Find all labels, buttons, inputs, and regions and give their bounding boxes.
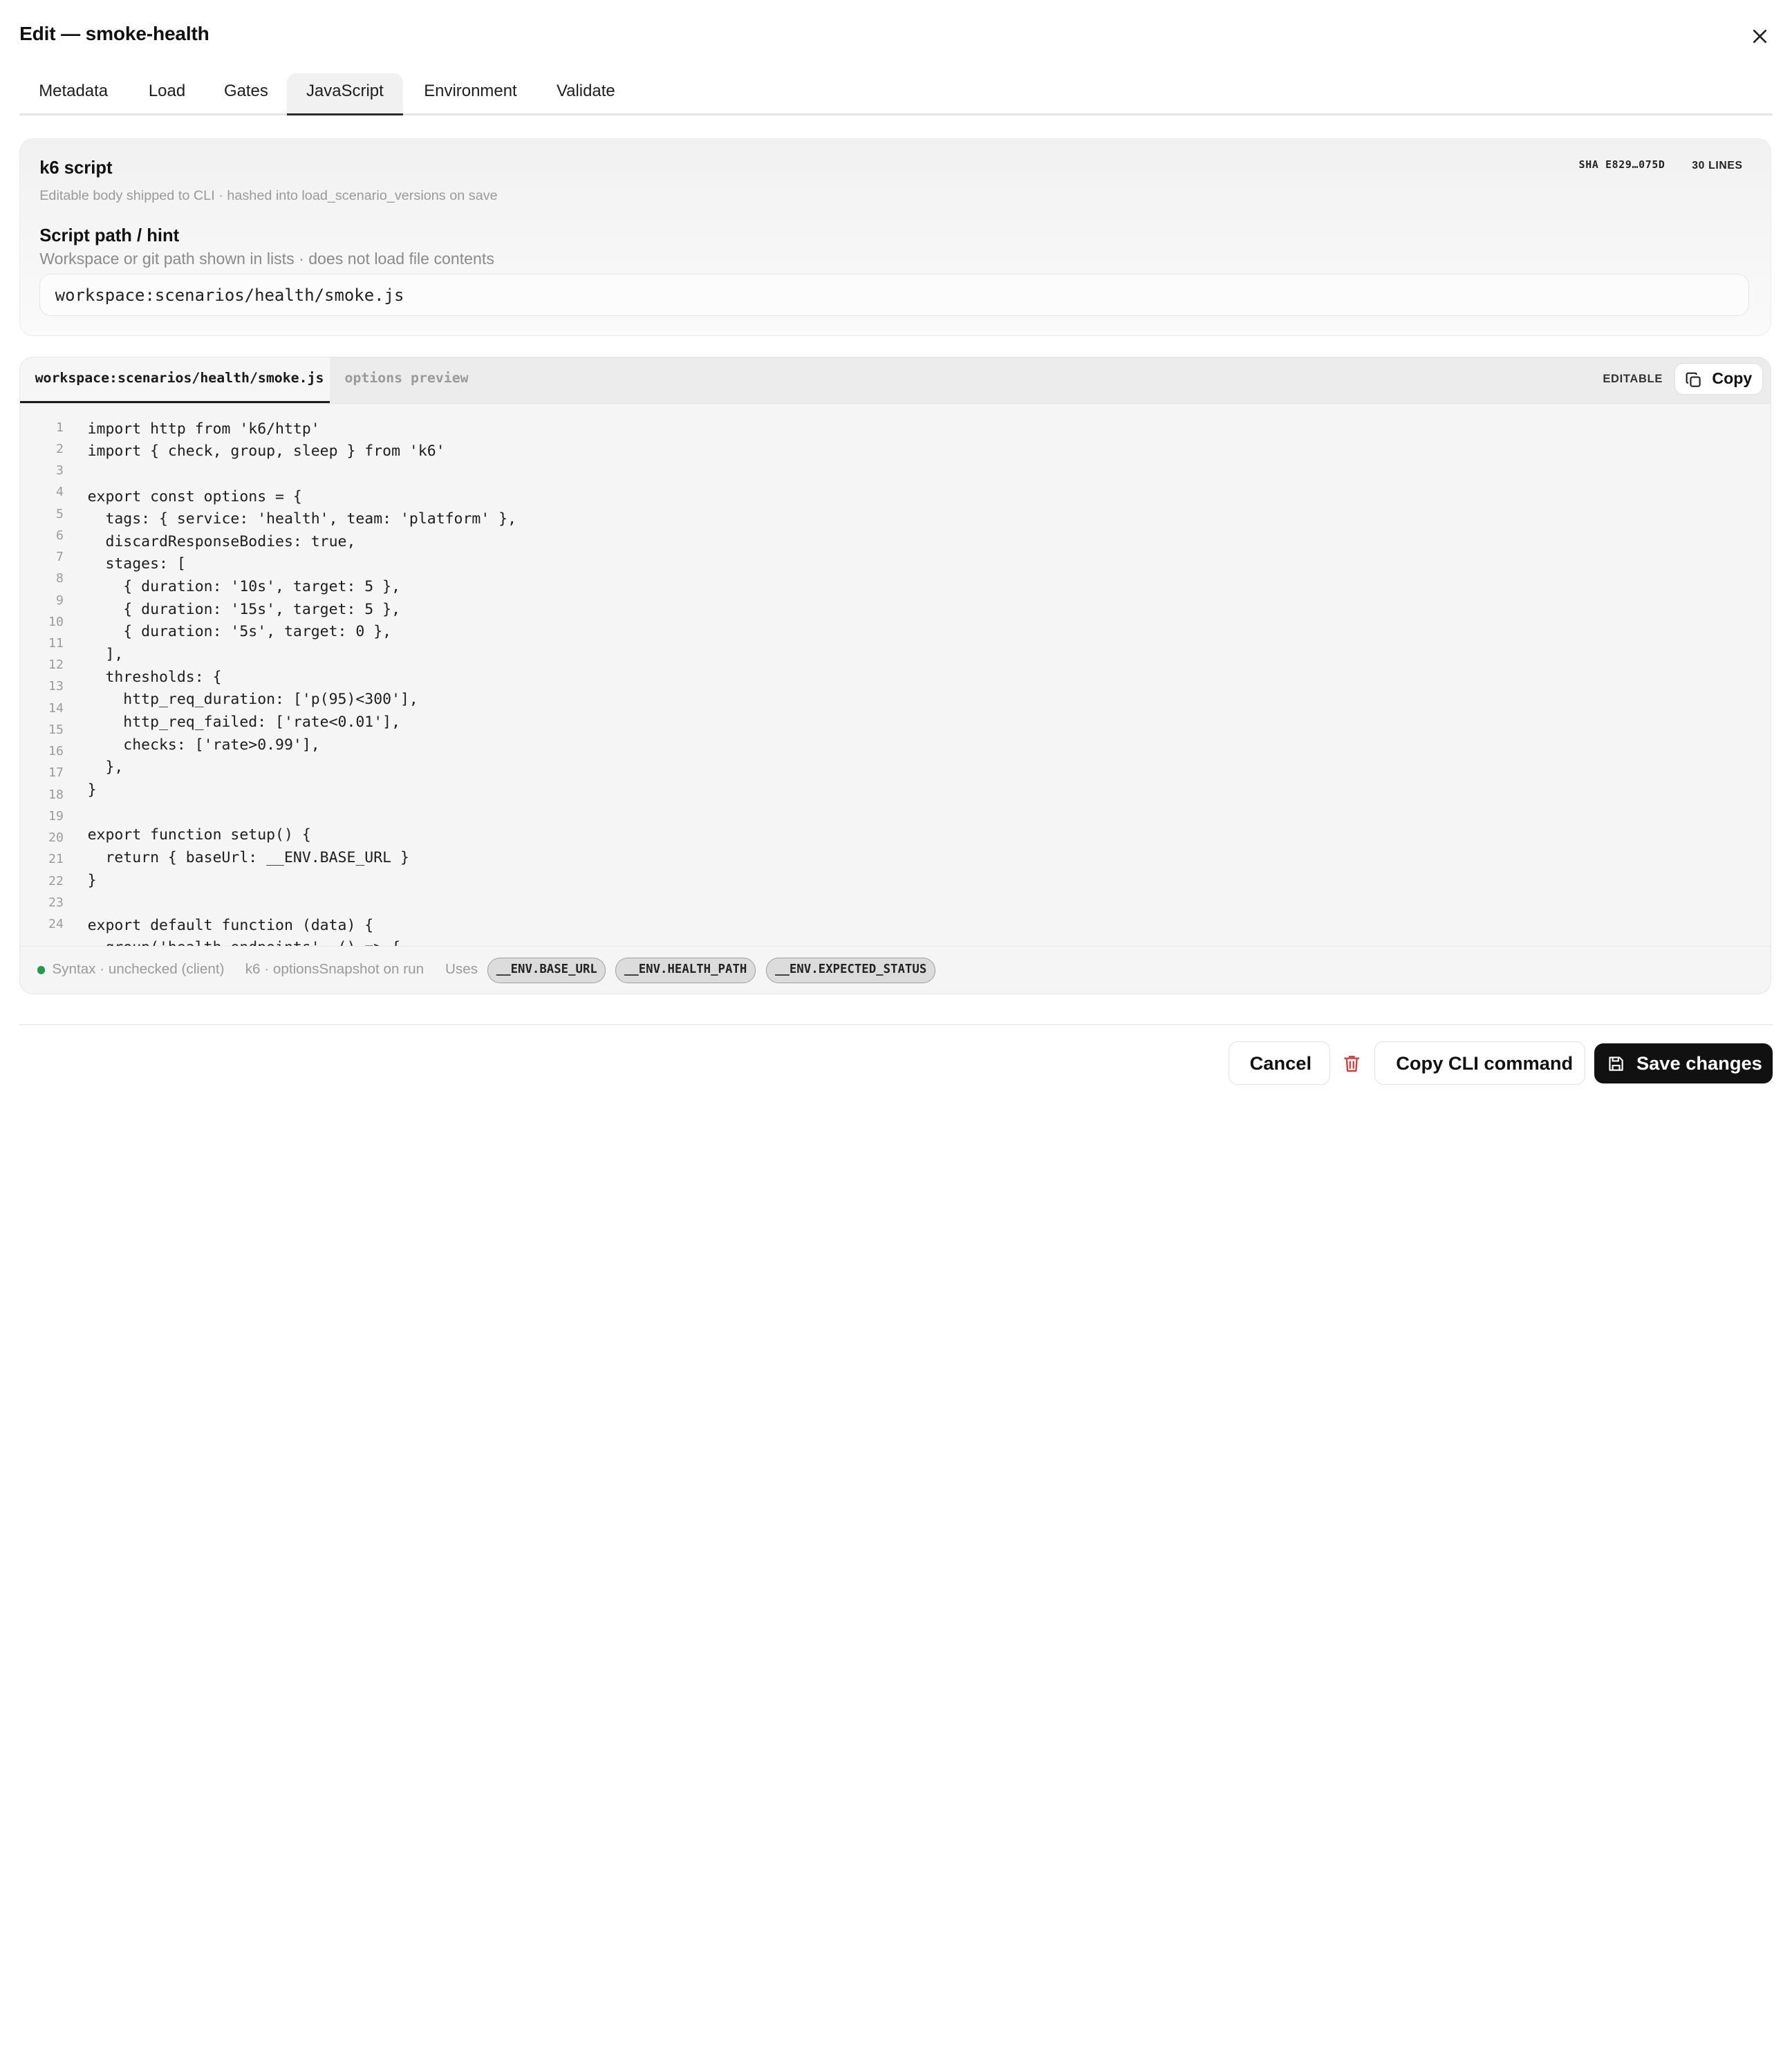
save-icon bbox=[1608, 1055, 1624, 1077]
code-line: export const options = { bbox=[87, 487, 302, 505]
code-line: tags: { service: 'health', team: 'platfo… bbox=[87, 510, 517, 528]
code-line: import http from 'k6/http' bbox=[87, 420, 320, 438]
tab-validate[interactable]: Validate bbox=[537, 73, 635, 113]
line-number: 13 bbox=[48, 679, 64, 694]
copy-cli-command-label: Copy CLI command bbox=[1396, 1052, 1574, 1074]
code-line: http_req_failed: ['rate<0.01'], bbox=[87, 713, 400, 731]
save-changes-label: Save changes bbox=[1636, 1052, 1762, 1074]
save-changes-button[interactable]: Save changes bbox=[1594, 1043, 1773, 1083]
code-line: import { check, group, sleep } from 'k6' bbox=[87, 443, 445, 460]
line-number: 12 bbox=[48, 658, 64, 673]
line-number: 21 bbox=[48, 852, 64, 867]
line-number: 11 bbox=[48, 636, 64, 651]
line-number: 7 bbox=[55, 550, 64, 565]
script-card-subtitle: Editable body shipped to CLI · hashed in… bbox=[39, 188, 498, 204]
code-line: http_req_duration: ['p(95)<300'], bbox=[87, 691, 418, 709]
line-number: 18 bbox=[48, 787, 64, 802]
line-count-badge: 30 LINES bbox=[1692, 159, 1743, 171]
line-number: 19 bbox=[48, 808, 64, 823]
script-path-input[interactable] bbox=[39, 274, 1749, 317]
code-line: }, bbox=[87, 758, 124, 776]
editor-header: workspace:scenarios/health/smoke.js opti… bbox=[20, 357, 1771, 404]
code-line: { duration: '15s', target: 5 }, bbox=[87, 600, 400, 618]
code-line: stages: [ bbox=[87, 555, 186, 573]
line-number: 5 bbox=[55, 506, 64, 521]
tab-environment[interactable]: Environment bbox=[404, 73, 536, 113]
options-snapshot-note: k6 · optionsSnapshot on run bbox=[245, 961, 424, 978]
script-card-title: k6 script bbox=[39, 158, 113, 178]
line-number: 10 bbox=[48, 614, 64, 629]
line-number: 8 bbox=[55, 571, 64, 586]
copy-button[interactable]: Copy bbox=[1674, 362, 1763, 395]
line-number: 14 bbox=[48, 700, 64, 716]
syntax-status-dot bbox=[37, 966, 46, 974]
sha-badge: SHA E829…075D bbox=[1578, 158, 1665, 171]
editor-footer: Syntax · unchecked (client) k6 · options… bbox=[20, 945, 1771, 994]
code-line: export function setup() { bbox=[87, 826, 311, 844]
code-line: { duration: '10s', target: 5 }, bbox=[87, 578, 400, 596]
script-path-help: Workspace or git path shown in lists · d… bbox=[39, 250, 494, 268]
line-number: 24 bbox=[48, 917, 64, 932]
line-number: 2 bbox=[55, 441, 64, 456]
tab-load[interactable]: Load bbox=[129, 73, 205, 113]
line-number: 9 bbox=[55, 593, 64, 608]
code-line: export default function (data) { bbox=[87, 916, 374, 934]
editor-tab-options-preview[interactable]: options preview bbox=[345, 357, 469, 403]
code-line: ], bbox=[87, 646, 124, 664]
line-number: 1 bbox=[55, 420, 64, 435]
line-number: 6 bbox=[55, 528, 64, 543]
syntax-status: Syntax · unchecked (client) bbox=[52, 961, 225, 978]
code-line: discardResponseBodies: true, bbox=[87, 532, 356, 550]
edit-dialog: Edit — smoke-health Metadata Load Gates … bbox=[0, 0, 1792, 1245]
line-number-gutter: 1 2 3 4 5 6 7 8 9 10 11 12 13 14 15 16 17 18 19 20 21 22 23 24 bbox=[20, 404, 68, 945]
tab-bar: Metadata Load Gates JavaScript Environme… bbox=[19, 73, 1773, 115]
line-number: 20 bbox=[48, 830, 64, 846]
editor-tab-file[interactable]: workspace:scenarios/health/smoke.js bbox=[20, 357, 330, 403]
line-number: 17 bbox=[48, 765, 64, 781]
tab-metadata[interactable]: Metadata bbox=[19, 73, 127, 113]
code-line: return { baseUrl: __ENV.BASE_URL } bbox=[87, 848, 409, 866]
editable-badge: EDITABLE bbox=[1603, 372, 1663, 386]
footer-divider bbox=[19, 1023, 1773, 1025]
line-number: 16 bbox=[48, 744, 64, 759]
line-number: 15 bbox=[48, 722, 64, 737]
code-line: } bbox=[87, 871, 97, 889]
close-icon[interactable] bbox=[1748, 25, 1771, 48]
code-line: thresholds: { bbox=[87, 668, 222, 686]
env-chip[interactable]: __ENV.BASE_URL bbox=[487, 958, 606, 983]
code-line: } bbox=[87, 781, 97, 799]
copy-icon bbox=[1686, 372, 1701, 393]
line-number: 3 bbox=[55, 463, 64, 478]
code-line: group('health endpoints', () => { bbox=[88, 939, 400, 946]
editor-body[interactable]: 1 2 3 4 5 6 7 8 9 10 11 12 13 14 15 16 17 18 19 20 21 22 23 24 … bbox=[20, 404, 1771, 946]
cancel-button-label: Cancel bbox=[1249, 1052, 1312, 1074]
code-editor: workspace:scenarios/health/smoke.js opti… bbox=[19, 356, 1772, 995]
copy-cli-command-button[interactable]: Copy CLI command bbox=[1374, 1041, 1585, 1085]
script-path-label: Script path / hint bbox=[39, 225, 180, 245]
copy-button-label: Copy bbox=[1712, 369, 1753, 388]
env-chip[interactable]: __ENV.HEALTH_PATH bbox=[615, 958, 756, 983]
env-chip[interactable]: __ENV.EXPECTED_STATUS bbox=[766, 958, 935, 983]
tab-javascript[interactable]: JavaScript bbox=[286, 73, 403, 115]
uses-label: Uses bbox=[445, 961, 478, 978]
line-number: 22 bbox=[48, 873, 64, 888]
line-number: 4 bbox=[55, 485, 64, 500]
cancel-button[interactable]: Cancel bbox=[1228, 1041, 1330, 1085]
script-card: k6 script Editable body shipped to CLI ·… bbox=[19, 138, 1772, 337]
tab-gates[interactable]: Gates bbox=[205, 73, 288, 113]
dialog-title: Edit — smoke-health bbox=[19, 23, 209, 45]
delete-icon[interactable] bbox=[1343, 1054, 1361, 1073]
line-number: 23 bbox=[48, 895, 64, 910]
code-line: { duration: '5s', target: 0 }, bbox=[87, 623, 392, 641]
code-line: checks: ['rate>0.99'], bbox=[87, 736, 320, 754]
